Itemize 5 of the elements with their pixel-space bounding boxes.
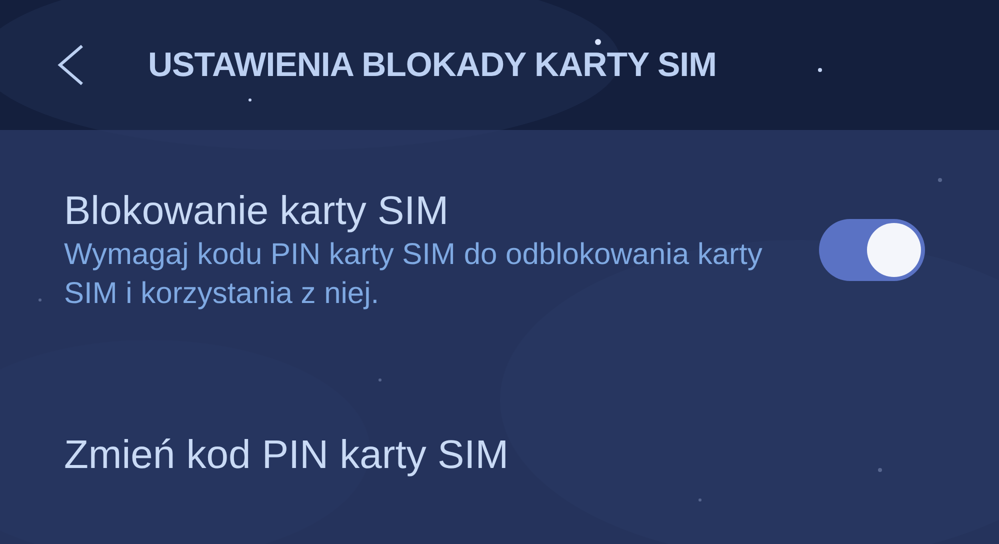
- back-icon[interactable]: [56, 44, 86, 86]
- screen-title: USTAWIENIA BLOKADY KARTY SIM: [148, 44, 716, 86]
- setting-title[interactable]: Zmień kod PIN karty SIM: [64, 431, 509, 479]
- setting-title[interactable]: Blokowanie karty SIM: [64, 187, 784, 235]
- setting-description: Wymagaj kodu PIN karty SIM do odblokowania karty SIM i korzystania z niej.: [64, 237, 764, 312]
